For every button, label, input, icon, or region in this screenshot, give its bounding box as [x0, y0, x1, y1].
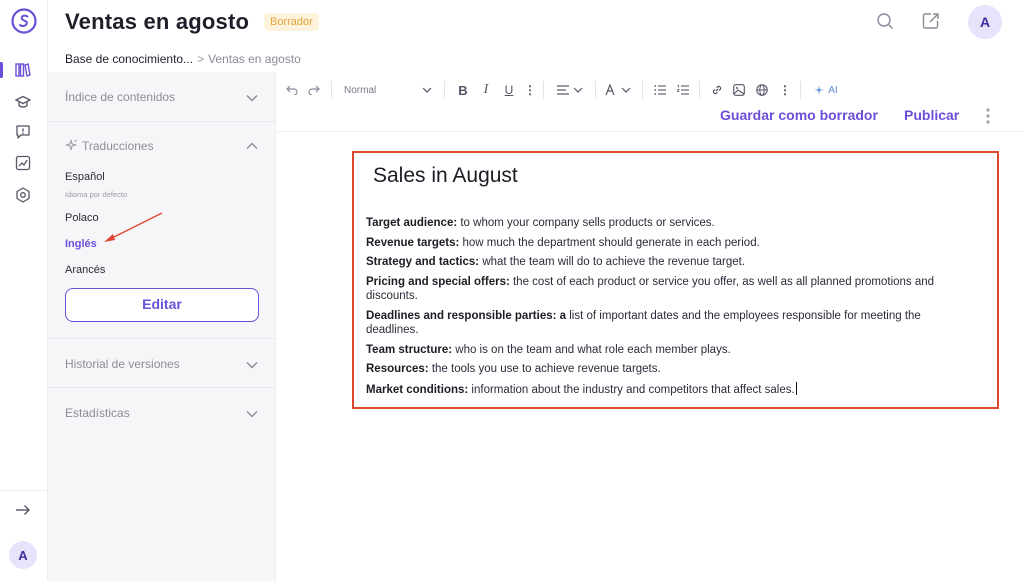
left-rail: A: [0, 0, 48, 581]
bullet-list-icon[interactable]: [653, 82, 667, 98]
document-sidebar: Índice de contenidos Traducciones Españo…: [48, 72, 276, 581]
ai-assistant-button[interactable]: AI: [811, 82, 841, 98]
toc-label: Índice de contenidos: [65, 90, 176, 104]
page-title: Ventas en agosto: [65, 9, 250, 34]
knowledge-base-icon[interactable]: [13, 60, 33, 80]
toc-section[interactable]: Índice de contenidos: [48, 72, 276, 122]
underline-icon[interactable]: U: [502, 82, 516, 98]
top-header: Ventas en agosto Borrador A: [48, 0, 1024, 46]
list-item[interactable]: Strategy and tactics: what the team will…: [366, 255, 946, 270]
list-item[interactable]: Market conditions: information about the…: [366, 381, 946, 398]
language-item-ingles[interactable]: Inglés: [65, 238, 97, 250]
translations-section: Traducciones Español Idioma por defecto …: [48, 122, 276, 339]
bold-icon[interactable]: B: [456, 82, 470, 98]
item-text: information about the industry and compe…: [468, 383, 795, 396]
more-format-icon[interactable]: ⋮: [524, 82, 536, 98]
item-text: to whom your company sells products or s…: [457, 217, 715, 229]
image-icon[interactable]: [732, 82, 746, 98]
user-avatar[interactable]: A: [968, 5, 1002, 39]
item-text: how much the department should generate …: [459, 236, 760, 249]
user-avatar-small[interactable]: A: [9, 541, 37, 569]
chevron-down-icon[interactable]: [246, 410, 258, 418]
list-item[interactable]: Revenue targets: how much the department…: [366, 236, 946, 251]
sparkle-icon: [814, 85, 824, 95]
learning-icon[interactable]: [13, 92, 33, 112]
text-cursor: [795, 381, 797, 395]
redo-icon[interactable]: [307, 82, 321, 98]
rail-active-indicator: [0, 62, 3, 78]
search-icon[interactable]: [874, 10, 896, 32]
item-heading: Team structure:: [366, 343, 453, 356]
toolbar-separator: [331, 81, 332, 99]
statistics-label: Estadísticas: [65, 406, 130, 420]
list-item[interactable]: Deadlines and responsible parties: a lis…: [366, 309, 946, 338]
toolbar-separator: [595, 81, 596, 99]
chevron-down-icon[interactable]: [246, 94, 258, 102]
breadcrumb: Base de conocimiento... > Ventas en agosto: [65, 52, 301, 66]
italic-icon[interactable]: I: [479, 82, 493, 98]
document-editor[interactable]: Sales in August Target audience: to whom…: [352, 151, 999, 409]
list-item[interactable]: Team structure: who is on the team and w…: [366, 343, 946, 358]
toolbar-separator: [699, 81, 700, 99]
list-item[interactable]: Pricing and special offers: the cost of …: [366, 275, 946, 304]
rail-divider: [0, 490, 48, 491]
numbered-list-icon[interactable]: [676, 82, 690, 98]
edit-button[interactable]: Editar: [65, 288, 259, 322]
app-logo-icon[interactable]: [11, 8, 37, 34]
item-heading: Strategy and tactics:: [366, 256, 480, 268]
publish-button[interactable]: Publicar: [904, 107, 959, 123]
ai-label: AI: [828, 84, 838, 96]
toolbar-separator: [543, 81, 544, 99]
document-title[interactable]: Sales in August: [373, 164, 518, 188]
toolbar-separator: [800, 81, 801, 99]
expand-arrow-icon[interactable]: [13, 500, 33, 520]
share-icon[interactable]: [920, 10, 942, 32]
list-item[interactable]: Target audience: to whom your company se…: [366, 216, 946, 231]
link-icon[interactable]: [710, 82, 724, 98]
sparkle-icon: [65, 139, 77, 151]
version-history-section[interactable]: Historial de versiones: [48, 339, 276, 388]
item-heading: Target audience:: [366, 217, 458, 229]
help-icon[interactable]: [13, 122, 33, 142]
toolbar-separator: [642, 81, 643, 99]
embed-globe-icon[interactable]: [755, 82, 769, 98]
breadcrumb-separator: >: [197, 52, 205, 66]
chevron-down-icon[interactable]: [421, 82, 433, 98]
save-draft-button[interactable]: Guardar como borrador: [720, 107, 878, 123]
analytics-icon[interactable]: [13, 153, 33, 173]
statistics-section[interactable]: Estadísticas: [48, 388, 276, 438]
item-text: what the team will do to achieve the rev…: [479, 256, 746, 268]
item-heading: Revenue targets:: [366, 236, 460, 249]
undo-icon[interactable]: [285, 82, 299, 98]
item-heading: Market conditions:: [366, 383, 469, 396]
item-heading: Resources:: [366, 363, 429, 375]
document-list: Target audience: to whom your company se…: [366, 216, 946, 402]
align-icon[interactable]: [556, 82, 586, 98]
list-item[interactable]: Resources: the tools you use to achieve …: [366, 362, 946, 377]
item-heading: Deadlines and responsible parties: a: [366, 309, 567, 322]
item-heading: Pricing and special offers:: [366, 275, 510, 288]
language-default-note: Idioma por defecto: [65, 190, 128, 199]
settings-icon[interactable]: [13, 185, 33, 205]
breadcrumb-parent[interactable]: Base de conocimiento...: [65, 52, 193, 66]
more-options-icon[interactable]: [985, 108, 991, 124]
editor-toolbar: Normal B I U ⋮ ⋮ AI Guardar como borrado…: [276, 72, 1024, 132]
item-text: who is on the team and what role each me…: [452, 343, 731, 356]
language-item-polaco[interactable]: Polaco: [65, 212, 99, 224]
translations-label: Traducciones: [82, 139, 154, 153]
version-history-label: Historial de versiones: [65, 357, 180, 371]
language-item-espanol[interactable]: Español: [65, 171, 105, 183]
breadcrumb-current: Ventas en agosto: [208, 52, 301, 66]
item-text: the tools you use to achieve revenue tar…: [428, 363, 661, 375]
language-item-arances[interactable]: Arancés: [65, 264, 105, 276]
text-color-icon[interactable]: [604, 82, 634, 98]
chevron-up-icon[interactable]: [246, 142, 258, 150]
status-badge: Borrador: [264, 13, 319, 31]
toolbar-separator: [444, 81, 445, 99]
chevron-down-icon[interactable]: [246, 361, 258, 369]
paragraph-style-select[interactable]: Normal: [344, 82, 394, 98]
more-insert-icon[interactable]: ⋮: [779, 82, 791, 98]
